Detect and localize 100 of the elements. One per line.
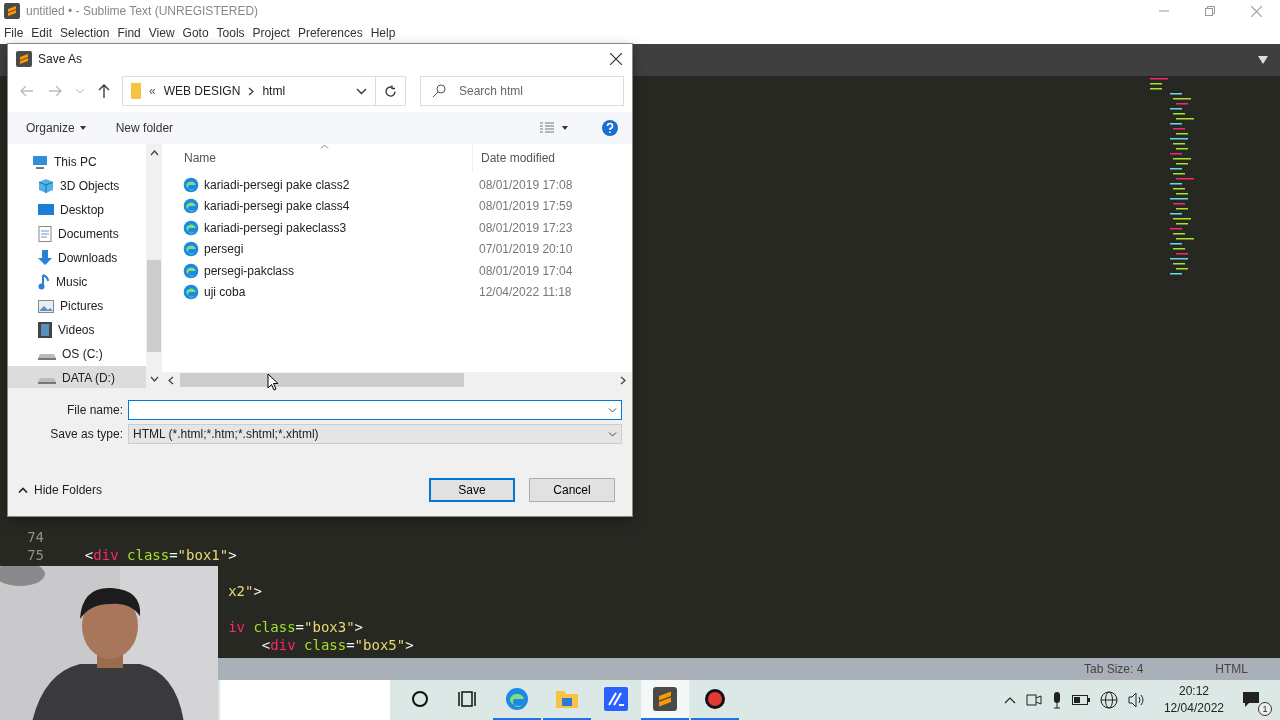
code-line: <div class="box5">	[260, 636, 414, 654]
help-icon[interactable]	[602, 120, 618, 136]
folder-tree-item[interactable]: Desktop	[8, 198, 146, 222]
menu-item[interactable]: Help	[370, 26, 396, 40]
menu-item[interactable]: Project	[252, 26, 290, 40]
menu-item[interactable]: Find	[117, 26, 141, 40]
folder-tree-item[interactable]: Documents	[8, 222, 146, 246]
file-name[interactable]: kariadi-persegi pake class2	[204, 177, 350, 192]
menu-item[interactable]: Tools	[216, 26, 245, 40]
film-icon	[38, 322, 52, 338]
edge-icon	[183, 262, 199, 279]
search-field[interactable]: Search html	[420, 76, 624, 106]
menu-item[interactable]: Preferences	[297, 26, 363, 40]
field-label: File name:	[65, 403, 124, 417]
menu-item[interactable]: Edit	[31, 26, 53, 40]
overflow-chevron[interactable]: «	[149, 84, 156, 98]
battery-icon[interactable]	[1071, 695, 1090, 705]
dropdown-icon[interactable]	[1258, 56, 1268, 64]
folder-tree-item[interactable]: Pictures	[8, 294, 146, 318]
chevron-right-icon[interactable]	[248, 86, 255, 96]
file-name-field[interactable]	[128, 400, 622, 420]
file-date: 08/01/2019 17:08	[479, 177, 573, 192]
scrollbar-thumb[interactable]	[147, 260, 161, 352]
refresh-icon	[384, 84, 397, 98]
scroll-up-icon[interactable]	[149, 150, 159, 156]
file-name[interactable]: kariadi-persegi pake class4	[204, 199, 350, 214]
computer-icon	[32, 155, 48, 169]
code-line: iv class="box3">	[227, 618, 364, 636]
folder-tree-item[interactable]: 3D Objects	[8, 174, 146, 198]
file-name[interactable]: persegi	[204, 242, 244, 257]
line-number: 74	[27, 529, 44, 545]
microphone-icon[interactable]	[1051, 691, 1062, 709]
file-type-dropdown[interactable]: HTML (*.html;*.htm;*.shtml;*.xhtml)	[128, 424, 622, 444]
folder-tree-item[interactable]: DATA (D:)	[8, 366, 146, 390]
scrollbar-thumb[interactable]	[180, 373, 464, 387]
organize-button[interactable]: Organize	[26, 121, 86, 135]
vertical-scrollbar[interactable]	[146, 144, 162, 388]
up-arrow-icon[interactable]	[98, 84, 110, 98]
notification-badge: 1	[1258, 702, 1272, 716]
code-line: x2">	[227, 582, 262, 600]
hide-folders-button[interactable]: Hide Folders	[18, 483, 103, 497]
window-title: untitled • - Sublime Text (UNREGISTERED)	[26, 4, 259, 18]
address-bar[interactable]: « WEB DESIGN html	[122, 76, 376, 106]
folder-tree-item[interactable]: OS (C:)	[8, 342, 146, 366]
edge-icon	[183, 284, 199, 301]
scroll-left-icon[interactable]	[168, 375, 174, 385]
column-header[interactable]: Name	[162, 151, 472, 165]
edge-icon	[505, 687, 529, 711]
dialog-button[interactable]: Save	[429, 478, 515, 502]
edge-icon	[183, 198, 199, 215]
tab-size-label[interactable]: Tab Size: 4	[1083, 662, 1144, 676]
globe-icon[interactable]	[1099, 691, 1118, 709]
search-icon	[432, 84, 446, 98]
edge-icon	[183, 241, 199, 258]
syntax-label[interactable]: HTML	[1215, 662, 1248, 676]
column-header[interactable]: Date modified	[472, 144, 556, 172]
breadcrumb[interactable]: WEB DESIGN	[163, 84, 241, 98]
menu-item[interactable]: File	[4, 26, 24, 40]
sublime-icon	[653, 687, 677, 711]
folder-tree-item[interactable]: Videos	[8, 318, 146, 342]
menu-item[interactable]: Goto	[182, 26, 209, 40]
refresh-button[interactable]	[376, 76, 406, 106]
folder-icon	[555, 688, 579, 710]
dialog-title: Save As	[38, 52, 83, 66]
file-date: 08/01/2019 17:59	[479, 199, 573, 214]
file-name[interactable]: persegi-pakclass	[204, 263, 295, 278]
download-icon	[38, 250, 52, 266]
taskbar-search-field[interactable]	[220, 680, 390, 720]
restore-icon[interactable]	[1205, 6, 1215, 16]
folder-tree-item[interactable]: Music	[8, 270, 146, 294]
scroll-right-icon[interactable]	[620, 375, 626, 385]
caret-down-icon[interactable]	[356, 87, 367, 95]
file-name[interactable]: kariadi-persegi pakeclass3	[204, 220, 347, 235]
file-name[interactable]: uji coba	[204, 285, 246, 300]
speaker-icon[interactable]	[1127, 692, 1146, 708]
circle-icon	[411, 690, 429, 708]
new-folder-button[interactable]: New folder	[115, 121, 174, 135]
notification-icon[interactable]	[1242, 691, 1260, 709]
code-line: <div class="box1">	[83, 546, 237, 564]
dialog-button[interactable]: Cancel	[529, 478, 615, 502]
chevron-up-icon[interactable]	[1003, 696, 1016, 704]
file-date: 08/01/2019 17:04	[479, 263, 573, 278]
edge-icon	[183, 176, 199, 193]
folder-tree-item[interactable]: This PC	[8, 150, 146, 174]
chevron-up-icon	[18, 487, 28, 493]
breadcrumb[interactable]: html	[262, 84, 286, 98]
horizontal-scrollbar[interactable]	[162, 372, 632, 388]
field-label: Save as type:	[49, 427, 124, 441]
music-note-icon	[38, 274, 50, 290]
caret-down-icon[interactable]	[562, 126, 568, 130]
menu-item[interactable]: Selection	[60, 26, 110, 40]
taskbar-app-button[interactable]	[641, 680, 689, 720]
scroll-down-icon[interactable]	[149, 376, 159, 382]
close-icon[interactable]	[610, 53, 622, 65]
menu-item[interactable]: View	[148, 26, 175, 40]
folder-icon	[131, 83, 141, 99]
clock[interactable]: 20:12 12/04/2022	[1163, 683, 1224, 717]
camera-icon[interactable]	[1025, 693, 1042, 707]
folder-tree-item[interactable]: Downloads	[8, 246, 146, 270]
sublime-icon	[16, 51, 32, 67]
